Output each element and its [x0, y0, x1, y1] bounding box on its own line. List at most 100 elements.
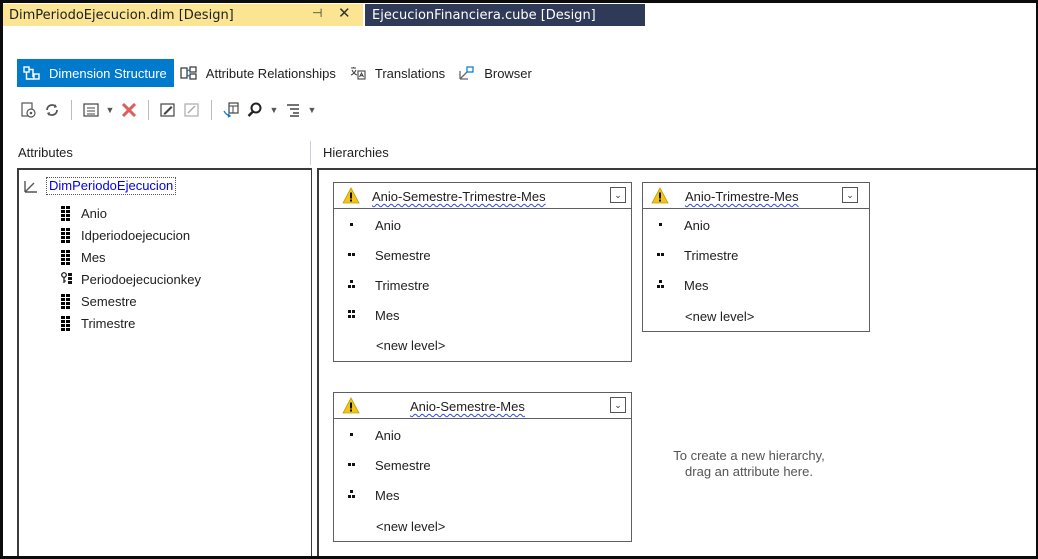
tab-dimperiodoejecucion-design[interactable]: DimPeriodoEjecucion.dim [Design] ⊣ ✕ — [3, 4, 363, 26]
warning-icon — [651, 187, 669, 204]
attributes-pane[interactable]: DimPeriodoEjecucion Anio Idperiodoejecuc… — [17, 168, 312, 556]
attribute-label: Trimestre — [81, 315, 136, 331]
hierarchy-name[interactable]: Anio-Trimestre-Mes — [685, 189, 799, 204]
attribute-item-anio[interactable]: Anio — [61, 202, 107, 224]
level-label: Semestre — [375, 457, 431, 473]
attribute-label: Mes — [81, 249, 106, 265]
hierarchy-title-bar: Anio-Semestre-Trimestre-Mes ⌄ — [334, 183, 631, 209]
hierarchy-level[interactable]: Anio — [334, 421, 631, 449]
level-1-icon — [656, 220, 666, 230]
new-level-placeholder[interactable]: <new level> — [376, 519, 445, 534]
level-3-icon — [347, 280, 357, 290]
edit-attribute-icon[interactable] — [157, 99, 179, 121]
layout-icon[interactable] — [282, 99, 304, 121]
attribute-item-semestre[interactable]: Semestre — [61, 290, 137, 312]
attribute-icon — [61, 227, 71, 243]
level-label: Semestre — [375, 247, 431, 263]
dimension-designer-window: DimPeriodoEjecucion.dim [Design] ⊣ ✕ Eje… — [0, 0, 1038, 559]
attribute-label: Idperiodoejecucion — [81, 227, 191, 243]
hierarchy-level[interactable]: Mes — [643, 271, 869, 299]
refresh-icon[interactable] — [41, 99, 63, 121]
browser-icon — [458, 65, 476, 81]
chevron-down-icon[interactable]: ▼ — [268, 99, 280, 121]
dimension-icon — [23, 178, 39, 194]
hint-line: drag an attribute here. — [685, 464, 813, 479]
tab-label: DimPeriodoEjecucion.dim [Design] — [9, 7, 234, 23]
toolbar-separator — [71, 100, 72, 120]
attribute-item-trimestre[interactable]: Trimestre — [61, 312, 135, 334]
attribute-label: Periodoejecucionkey — [81, 271, 201, 287]
tab-translations[interactable]: Translations — [343, 59, 452, 87]
hierarchy-level[interactable]: Trimestre — [334, 271, 631, 299]
attribute-icon — [61, 249, 71, 265]
pin-icon[interactable]: ⊣ — [312, 6, 322, 20]
hierarchy-name[interactable]: Anio-Semestre-Trimestre-Mes — [372, 189, 546, 204]
tab-label: Attribute Relationships — [205, 65, 336, 81]
chevron-down-icon[interactable]: ▼ — [104, 99, 116, 121]
hierarchies-pane[interactable]: Anio-Semestre-Trimestre-Mes ⌄ Anio Semes… — [317, 168, 1036, 556]
attribute-icon — [61, 205, 71, 221]
tab-ejecucionfinanciera-design[interactable]: EjecucionFinanciera.cube [Design] — [365, 4, 645, 26]
expand-collapse-icon[interactable]: ⌄ — [610, 397, 626, 413]
warning-icon — [342, 397, 360, 414]
show-data-source-icon[interactable] — [220, 99, 242, 121]
new-level-placeholder[interactable]: <new level> — [376, 338, 445, 353]
key-attribute-icon — [61, 271, 72, 287]
hierarchy-level[interactable]: Mes — [334, 481, 631, 509]
attribute-item-mes[interactable]: Mes — [61, 246, 106, 268]
hierarchy-level[interactable]: Semestre — [334, 451, 631, 479]
level-label: Trimestre — [375, 277, 430, 293]
hint-line: To create a new hierarchy, — [673, 448, 825, 463]
hierarchy-box[interactable]: Anio-Semestre-Mes ⌄ Anio Semestre Mes <n… — [333, 392, 632, 542]
hierarchies-header: Hierarchies — [323, 145, 389, 160]
level-label: Mes — [375, 487, 400, 503]
designer-tab-bar: Dimension Structure Attribute Relationsh… — [17, 59, 539, 87]
attribute-label: Anio — [81, 205, 108, 221]
hierarchy-level[interactable]: Semestre — [334, 241, 631, 269]
new-level-placeholder[interactable]: <new level> — [685, 309, 754, 324]
chevron-down-icon[interactable]: ▼ — [306, 99, 318, 121]
level-1-icon — [347, 430, 357, 440]
attribute-item-idperiodoejecucion[interactable]: Idperiodoejecucion — [61, 224, 190, 246]
designer-toolbar: ▼ ▼ ▼ — [17, 97, 318, 123]
hierarchy-title-bar: Anio-Trimestre-Mes ⌄ — [643, 183, 869, 209]
delete-icon[interactable] — [118, 99, 140, 121]
level-3-icon — [656, 280, 666, 290]
attribute-relationships-icon — [180, 65, 198, 81]
expand-collapse-icon[interactable]: ⌄ — [610, 187, 626, 203]
hierarchy-level[interactable]: Anio — [334, 211, 631, 239]
tab-dimension-structure[interactable]: Dimension Structure — [17, 59, 174, 87]
dimension-node[interactable]: DimPeriodoEjecucion — [23, 177, 177, 195]
hierarchy-level[interactable]: Anio — [643, 211, 869, 239]
hierarchy-level[interactable]: Mes — [334, 301, 631, 329]
tab-browser[interactable]: Browser — [452, 59, 539, 87]
document-tab-strip: DimPeriodoEjecucion.dim [Design] ⊣ ✕ Eje… — [3, 3, 1036, 26]
grid-view-icon[interactable] — [181, 99, 203, 121]
toolbar-separator — [211, 100, 212, 120]
hierarchy-box[interactable]: Anio-Semestre-Trimestre-Mes ⌄ Anio Semes… — [333, 182, 632, 362]
expand-collapse-icon[interactable]: ⌄ — [842, 187, 858, 203]
level-2-icon — [347, 250, 357, 260]
tab-label: Browser — [484, 65, 532, 81]
tab-label: EjecucionFinanciera.cube [Design] — [372, 7, 596, 23]
warning-icon — [342, 187, 360, 204]
attribute-icon — [61, 315, 71, 331]
tab-attribute-relationships[interactable]: Attribute Relationships — [174, 59, 343, 87]
close-icon[interactable]: ✕ — [338, 4, 351, 22]
level-label: Anio — [684, 217, 711, 233]
hierarchy-box[interactable]: Anio-Trimestre-Mes ⌄ Anio Trimestre Mes … — [642, 182, 870, 332]
attribute-label: Semestre — [81, 293, 137, 309]
process-icon[interactable] — [17, 99, 39, 121]
zoom-icon[interactable] — [244, 99, 266, 121]
attribute-item-periodoejecucionkey[interactable]: Periodoejecucionkey — [61, 268, 201, 290]
hierarchy-name[interactable]: Anio-Semestre-Mes — [410, 399, 525, 414]
tab-label: Translations — [374, 65, 446, 81]
attribute-icon — [61, 293, 71, 309]
translations-icon — [349, 65, 367, 81]
hierarchy-level[interactable]: Trimestre — [643, 241, 869, 269]
level-4-icon — [347, 310, 357, 320]
toolbar-separator — [148, 100, 149, 120]
show-list-icon[interactable] — [80, 99, 102, 121]
level-label: Mes — [684, 277, 709, 293]
level-2-icon — [347, 460, 357, 470]
